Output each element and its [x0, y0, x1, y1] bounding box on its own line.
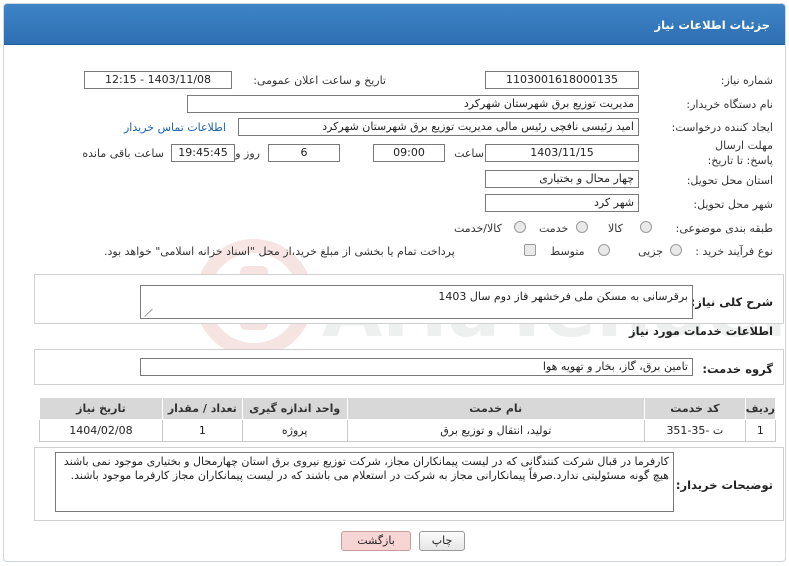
col-quantity: تعداد / مقدار — [161, 397, 243, 420]
summary-text: برقرسانی به مسکن ملی فرخشهر فاز دوم سال … — [438, 290, 688, 303]
requester-field: امید رئیسی نافچی رئیس مالی مدیریت توزیع … — [238, 118, 639, 136]
requester-label: ایجاد کننده درخواست: — [671, 121, 773, 134]
cell-service-code: ت -35-351 — [643, 419, 746, 442]
province-field: چهار محال و بختیاری — [485, 170, 639, 188]
service-group-label: گروه خدمت: — [702, 362, 773, 376]
category-service-radio[interactable] — [576, 221, 588, 233]
buyer-notes-section: توضیحات خریدار: کارفرما در قبال شرکت کنن… — [34, 447, 784, 521]
buyer-org-field: مدیریت توزیع برق شهرستان شهرکرد — [187, 95, 639, 113]
category-service-label: خدمت — [539, 222, 569, 235]
process-medium-radio[interactable] — [598, 244, 610, 256]
treasury-payment-checkbox[interactable] — [524, 244, 536, 256]
process-medium-label: متوسط — [550, 245, 585, 258]
need-details-panel: جزئیات اطلاعات نیاز AriaTender.neT شماره… — [3, 3, 786, 562]
deadline-label: مهلت ارسال پاسخ: تا تاریخ: — [707, 139, 773, 167]
resize-grip-icon[interactable] — [145, 309, 153, 317]
col-need-date: تاریخ نیاز — [39, 397, 163, 420]
summary-field: برقرسانی به مسکن ملی فرخشهر فاز دوم سال … — [140, 285, 693, 319]
payment-note: پرداخت تمام یا بخشی از مبلغ خرید،از محل … — [104, 245, 455, 258]
services-table: ردیف کد خدمت نام خدمت واحد اندازه گیری ت… — [39, 397, 777, 442]
service-group-field: تامین برق، گاز، بخار و تهویه هوا — [140, 358, 693, 376]
announce-datetime-label: تاریخ و ساعت اعلان عمومی: — [253, 74, 386, 87]
category-label: طبقه بندی موضوعی: — [675, 222, 773, 235]
need-number-field: 1103001618000135 — [485, 71, 639, 89]
back-button[interactable]: بازگشت — [341, 531, 411, 551]
remaining-label: ساعت باقی مانده — [82, 147, 164, 160]
deadline-time-field: 09:00 — [373, 144, 445, 162]
summary-label: شرح کلی نیاز: — [690, 295, 773, 309]
remaining-time-field: 19:45:45 — [171, 144, 235, 162]
buyer-notes-text: کارفرما در قبال شرکت کنندگانی که در لیست… — [63, 455, 669, 482]
category-goods-service-label: کالا/خدمت — [454, 222, 502, 235]
buyer-org-label: نام دستگاه خریدار: — [686, 98, 773, 111]
panel-header: جزئیات اطلاعات نیاز — [4, 4, 785, 45]
table-header-row: ردیف کد خدمت نام خدمت واحد اندازه گیری ت… — [39, 397, 777, 420]
need-number-label: شماره نیاز: — [720, 74, 773, 87]
city-label: شهر محل تحویل: — [693, 198, 773, 211]
service-group-section: گروه خدمت: تامین برق، گاز، بخار و تهویه … — [34, 349, 784, 385]
col-service-code: کد خدمت — [643, 397, 746, 420]
province-label: استان محل تحویل: — [686, 174, 773, 187]
city-field: شهر کرد — [485, 194, 639, 212]
days-label: روز و — [235, 147, 260, 160]
announce-datetime-field: 1403/11/08 - 12:15 — [84, 71, 232, 89]
services-section-title: اطلاعات خدمات مورد نیاز — [629, 324, 773, 338]
category-goods-radio[interactable] — [640, 221, 652, 233]
col-row-number: ردیف — [744, 397, 777, 420]
category-goods-label: کالا — [608, 222, 623, 235]
buyer-contact-link[interactable]: اطلاعات تماس خریدار — [124, 121, 226, 134]
panel-title: جزئیات اطلاعات نیاز — [654, 18, 770, 32]
col-service-name: نام خدمت — [346, 397, 645, 420]
deadline-date-field: 1403/11/15 — [485, 144, 639, 162]
summary-section: شرح کلی نیاز: برقرسانی به مسکن ملی فرخشه… — [34, 274, 784, 324]
cell-row-number: 1 — [744, 419, 777, 442]
table-row: 1 ت -35-351 تولید، انتقال و توزیع برق پر… — [39, 419, 777, 442]
process-minor-radio[interactable] — [670, 244, 682, 256]
print-button[interactable]: چاپ — [419, 531, 465, 551]
category-goods-service-radio[interactable] — [514, 221, 526, 233]
cell-quantity: 1 — [161, 419, 243, 442]
cell-unit: پروژه — [241, 419, 348, 442]
cell-need-date: 1404/02/08 — [39, 419, 163, 442]
process-minor-label: جزیی — [638, 245, 664, 258]
remaining-days-field: 6 — [268, 144, 340, 162]
col-unit: واحد اندازه گیری — [241, 397, 348, 420]
buyer-notes-field: کارفرما در قبال شرکت کنندگانی که در لیست… — [55, 452, 674, 512]
deadline-time-label: ساعت — [454, 147, 484, 160]
process-label: نوع فرآیند خرید : — [695, 245, 773, 258]
cell-service-name: تولید، انتقال و توزیع برق — [346, 419, 645, 442]
buyer-notes-label: توضیحات خریدار: — [675, 478, 773, 492]
